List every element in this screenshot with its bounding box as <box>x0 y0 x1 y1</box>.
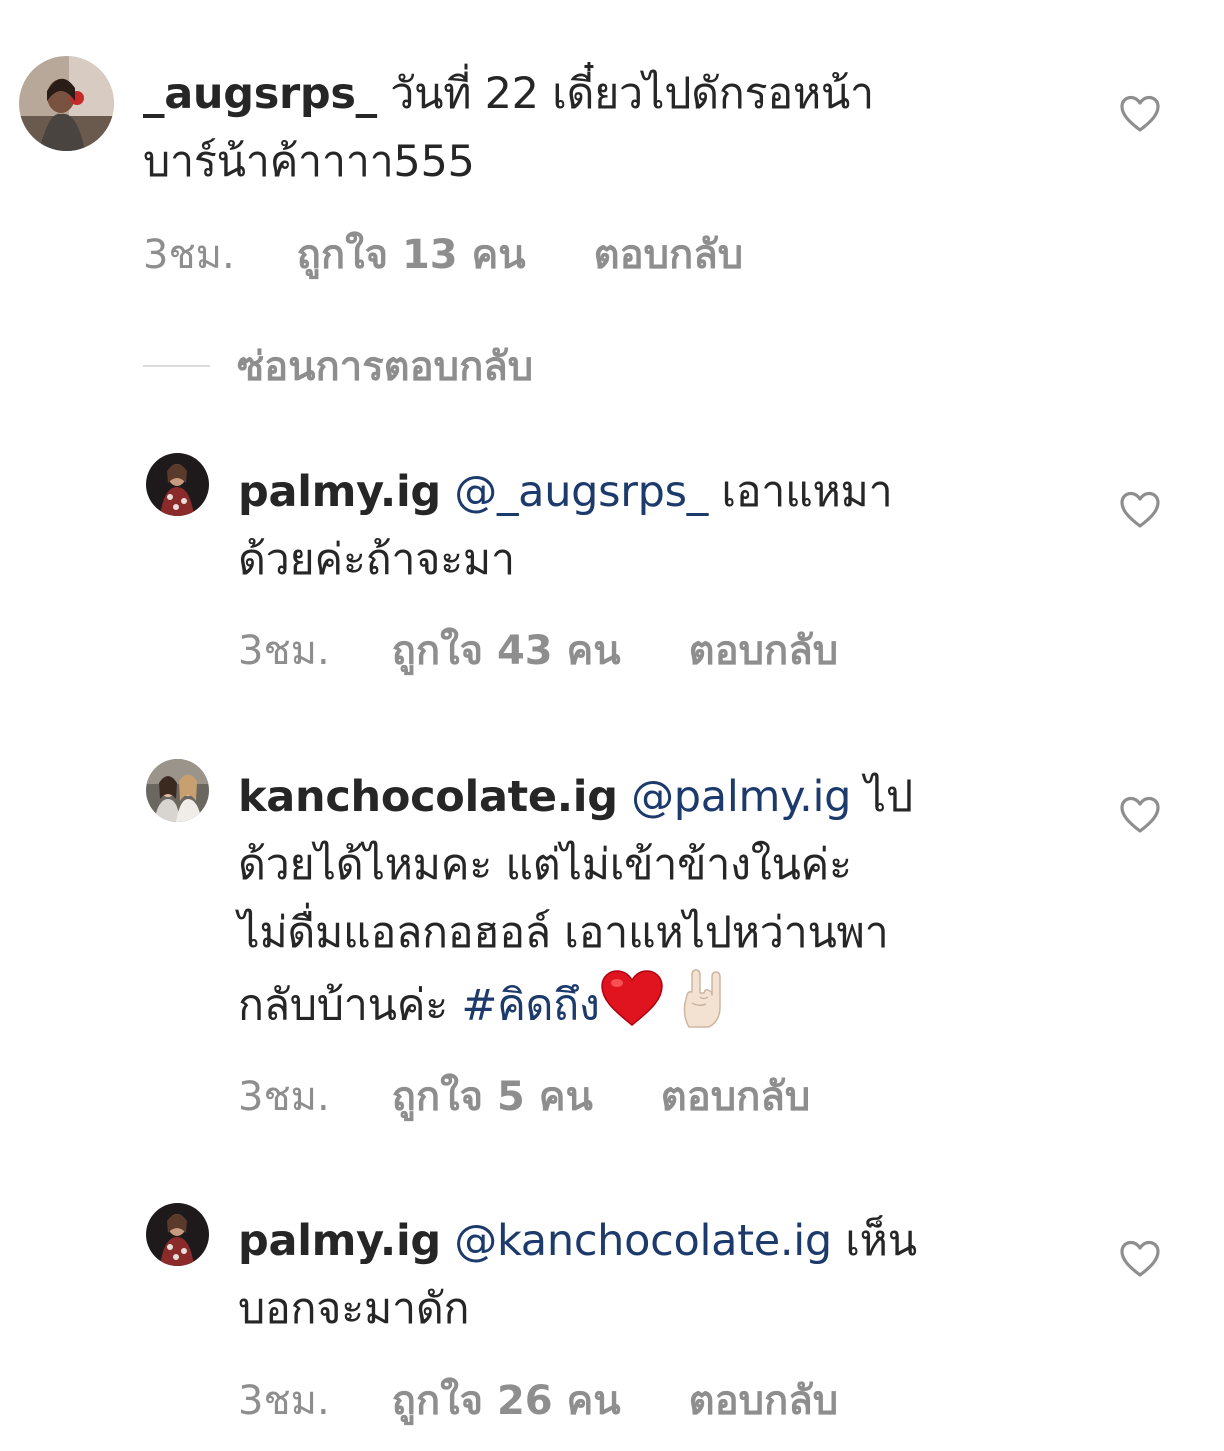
comment-likes[interactable]: ถูกใจ 13 คน <box>297 222 526 286</box>
reply-item: palmy.ig @kanchocolate.ig เห็น บอกจะมาดั… <box>0 1180 1224 1451</box>
heart-outline-icon[interactable] <box>1120 491 1160 529</box>
heart-outline-icon[interactable] <box>1120 796 1160 834</box>
comment-text: kanchocolate.ig @palmy.ig ไป ด้วยได้ไหมค… <box>238 763 1058 1049</box>
comment-username[interactable]: kanchocolate.ig <box>238 772 618 822</box>
comment-meta: 3ชม. ถูกใจ 26 คน ตอบกลับ <box>238 1368 838 1432</box>
heart-outline-icon[interactable] <box>1120 95 1160 133</box>
comment-meta: 3ชม. ถูกใจ 5 คน ตอบกลับ <box>238 1064 810 1128</box>
comment-body-line: ไม่ดื่มแอลกอฮอล์ เอาแหไปหว่านพา <box>238 908 889 958</box>
avatar[interactable] <box>146 1203 209 1266</box>
comment-likes[interactable]: ถูกใจ 5 คน <box>392 1064 593 1128</box>
reply-button[interactable]: ตอบกลับ <box>594 222 744 286</box>
comment-body-line: ด้วยค่ะถ้าจะมา <box>238 535 515 585</box>
comment-body: เห็น <box>845 1216 917 1266</box>
comment-body: ไป <box>864 772 914 822</box>
reply-button[interactable]: ตอบกลับ <box>689 1368 839 1432</box>
hide-replies-label: ซ่อนการตอบกลับ <box>237 344 534 390</box>
comment-username[interactable]: palmy.ig <box>238 1216 441 1266</box>
reply-button[interactable]: ตอบกลับ <box>661 1064 811 1128</box>
reply-button[interactable]: ตอบกลับ <box>689 618 839 682</box>
comment-text: palmy.ig @_augsrps_ เอาแหมา ด้วยค่ะถ้าจะ… <box>238 458 1058 594</box>
comment-text: palmy.ig @kanchocolate.ig เห็น บอกจะมาดั… <box>238 1207 1058 1343</box>
comment-meta: 3ชม. ถูกใจ 13 คน ตอบกลับ <box>143 222 743 286</box>
comment-time: 3ชม. <box>238 1378 330 1424</box>
comment-meta: 3ชม. ถูกใจ 43 คน ตอบกลับ <box>238 618 838 682</box>
comment-time: 3ชม. <box>238 628 330 674</box>
red-heart-emoji <box>600 969 664 1047</box>
comment-body-line: ด้วยได้ไหมคะ แต่ไม่เข้าข้างในค่ะ <box>238 840 852 890</box>
comment-body-line: กลับบ้านค่ะ <box>238 980 448 1031</box>
comment-time: 3ชม. <box>238 1074 330 1120</box>
comment-body-line: บาร์น้าค้าาาา555 <box>143 137 475 187</box>
avatar[interactable] <box>146 759 209 822</box>
heart-outline-icon[interactable] <box>1120 1240 1160 1278</box>
rock-on-hand-emoji <box>677 967 729 1049</box>
comment-text: _augsrps_ วันที่ 22 เดี๋ยวไปดักรอหน้า บา… <box>143 60 1043 196</box>
comment-body-line: บอกจะมาดัก <box>238 1284 470 1334</box>
mention-link[interactable]: @palmy.ig <box>631 772 851 822</box>
mention-link[interactable]: @_augsrps_ <box>454 467 708 517</box>
comment-body: เอาแหมา <box>721 467 893 517</box>
reply-item: kanchocolate.ig @palmy.ig ไป ด้วยได้ไหมค… <box>0 735 1224 1135</box>
hide-replies-button[interactable]: ซ่อนการตอบกลับ <box>143 336 533 396</box>
comment-item: _augsrps_ วันที่ 22 เดี๋ยวไปดักรอหน้า บา… <box>0 0 1224 300</box>
mention-link[interactable]: @kanchocolate.ig <box>454 1216 832 1266</box>
comment-time: 3ชม. <box>143 232 235 278</box>
comment-username[interactable]: _augsrps_ <box>143 69 377 119</box>
comment-likes[interactable]: ถูกใจ 26 คน <box>392 1368 621 1432</box>
comment-body: วันที่ 22 เดี๋ยวไปดักรอหน้า <box>390 69 874 119</box>
avatar[interactable] <box>146 453 209 516</box>
avatar[interactable] <box>19 56 114 151</box>
comment-username[interactable]: palmy.ig <box>238 467 441 517</box>
reply-item: palmy.ig @_augsrps_ เอาแหมา ด้วยค่ะถ้าจะ… <box>0 430 1224 690</box>
hashtag-link[interactable]: #คิดถึง <box>461 981 600 1031</box>
divider <box>143 365 210 367</box>
comment-likes[interactable]: ถูกใจ 43 คน <box>392 618 621 682</box>
